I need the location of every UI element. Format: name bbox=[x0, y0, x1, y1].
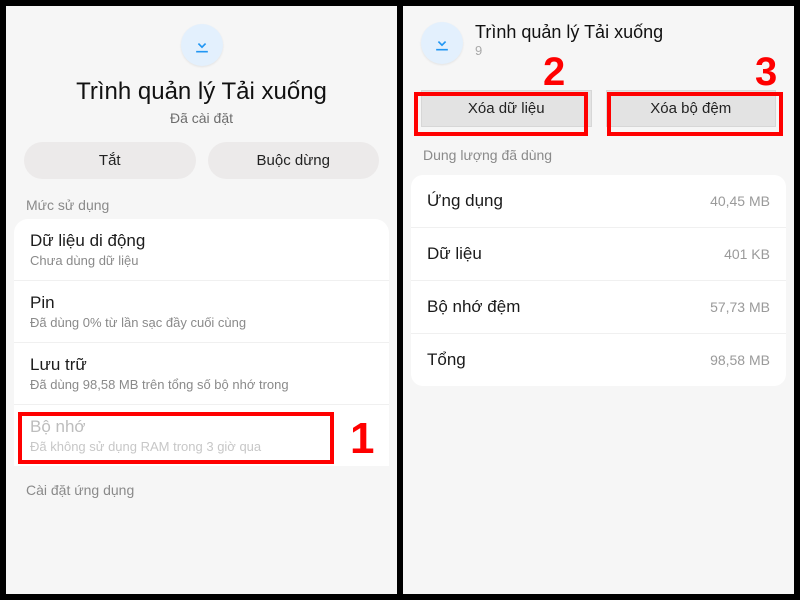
usage-section-label: Dung lượng đã dùng bbox=[403, 139, 794, 169]
row-battery[interactable]: Pin Đã dùng 0% từ lần sạc đầy cuối cùng bbox=[14, 281, 389, 343]
row-sub: Đã không sử dụng RAM trong 3 giờ qua bbox=[30, 439, 373, 454]
row-key: Ứng dụng bbox=[427, 191, 503, 211]
download-icon bbox=[421, 22, 463, 64]
clear-data-button[interactable]: Xóa dữ liệu bbox=[421, 90, 592, 127]
row-sub: Đã dùng 0% từ lần sạc đầy cuối cùng bbox=[30, 315, 373, 330]
storage-breakdown: Ứng dụng 40,45 MB Dữ liệu 401 KB Bộ nhớ … bbox=[411, 175, 786, 386]
row-memory[interactable]: Bộ nhớ Đã không sử dụng RAM trong 3 giờ … bbox=[14, 405, 389, 466]
row-storage[interactable]: Lưu trữ Đã dùng 98,58 MB trên tổng số bộ… bbox=[14, 343, 389, 405]
row-label: Bộ nhớ bbox=[30, 417, 373, 437]
app-settings-section-label: Cài đặt ứng dụng bbox=[6, 474, 397, 504]
row-value: 98,58 MB bbox=[710, 352, 770, 368]
action-buttons: Tắt Buộc dừng bbox=[6, 126, 397, 189]
row-key: Tổng bbox=[427, 350, 466, 370]
row-sub: Đã dùng 98,58 MB trên tổng số bộ nhớ tro… bbox=[30, 377, 373, 392]
usage-card: Dữ liệu di động Chưa dùng dữ liệu Pin Đã… bbox=[14, 219, 389, 466]
row-total-size: Tổng 98,58 MB bbox=[411, 334, 786, 386]
download-icon bbox=[181, 24, 223, 66]
header: Trình quản lý Tải xuống Đã cài đặt bbox=[6, 6, 397, 126]
app-version: 9 bbox=[475, 43, 663, 58]
row-label: Lưu trữ bbox=[30, 355, 373, 375]
installed-label: Đã cài đặt bbox=[6, 110, 397, 126]
row-data-size: Dữ liệu 401 KB bbox=[411, 228, 786, 281]
storage-action-buttons: Xóa dữ liệu Xóa bộ đệm bbox=[403, 72, 794, 139]
row-key: Bộ nhớ đệm bbox=[427, 297, 520, 317]
row-value: 57,73 MB bbox=[710, 299, 770, 315]
header: Trình quản lý Tải xuống 9 bbox=[403, 6, 794, 72]
usage-section-label: Mức sử dụng bbox=[6, 189, 397, 219]
row-mobile-data[interactable]: Dữ liệu di động Chưa dùng dữ liệu bbox=[14, 219, 389, 281]
header-text: Trình quản lý Tải xuống 9 bbox=[475, 22, 663, 58]
disable-button[interactable]: Tắt bbox=[24, 142, 196, 179]
row-label: Dữ liệu di động bbox=[30, 231, 373, 251]
row-sub: Chưa dùng dữ liệu bbox=[30, 253, 373, 268]
row-value: 401 KB bbox=[724, 246, 770, 262]
row-app-size: Ứng dụng 40,45 MB bbox=[411, 175, 786, 228]
clear-cache-button[interactable]: Xóa bộ đệm bbox=[606, 90, 777, 127]
app-title: Trình quản lý Tải xuống bbox=[475, 22, 663, 43]
app-info-screen: Trình quản lý Tải xuống Đã cài đặt Tắt B… bbox=[6, 6, 400, 594]
force-stop-button[interactable]: Buộc dừng bbox=[208, 142, 380, 179]
storage-screen: Trình quản lý Tải xuống 9 Xóa dữ liệu Xó… bbox=[400, 6, 794, 594]
row-label: Pin bbox=[30, 293, 373, 313]
app-title: Trình quản lý Tải xuống bbox=[6, 78, 397, 106]
row-value: 40,45 MB bbox=[710, 193, 770, 209]
row-cache-size: Bộ nhớ đệm 57,73 MB bbox=[411, 281, 786, 334]
row-key: Dữ liệu bbox=[427, 244, 482, 264]
